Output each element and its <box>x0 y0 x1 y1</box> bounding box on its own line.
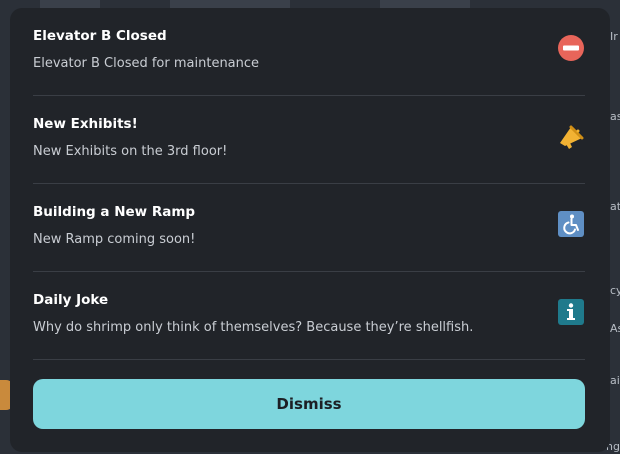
notifications-panel: Elevator B Closed Elevator B Closed for … <box>10 8 610 452</box>
wheelchair-icon <box>558 211 584 237</box>
map-label: ai <box>610 374 620 387</box>
no-entry-icon <box>558 35 584 61</box>
notice-title: Daily Joke <box>33 292 109 308</box>
map-road <box>170 0 290 8</box>
map-label: As <box>610 322 620 335</box>
notice-body: Why do shrimp only think of themselves? … <box>33 320 474 335</box>
notice-body: New Ramp coming soon! <box>33 232 196 247</box>
notice-title: New Exhibits! <box>33 116 138 132</box>
notice-item: Daily Joke Why do shrimp only think of t… <box>33 272 585 360</box>
notice-title: Building a New Ramp <box>33 204 196 220</box>
megaphone-icon <box>560 125 584 149</box>
map-label: as <box>610 110 620 123</box>
dismiss-button[interactable]: Dismiss <box>33 379 585 429</box>
map-label: at <box>610 200 620 213</box>
notice-title: Elevator B Closed <box>33 28 167 44</box>
map-label: cy <box>610 284 620 297</box>
notice-body: New Exhibits on the 3rd floor! <box>33 144 228 159</box>
notice-body: Elevator B Closed for maintenance <box>33 56 260 71</box>
info-icon <box>558 299 584 325</box>
map-label: Ir <box>610 30 618 43</box>
notice-item: Building a New Ramp New Ramp coming soon… <box>33 184 585 272</box>
notice-item: Elevator B Closed Elevator B Closed for … <box>33 8 585 96</box>
map-road <box>40 0 100 8</box>
notice-item: New Exhibits! New Exhibits on the 3rd fl… <box>33 96 585 184</box>
map-road <box>380 0 470 8</box>
